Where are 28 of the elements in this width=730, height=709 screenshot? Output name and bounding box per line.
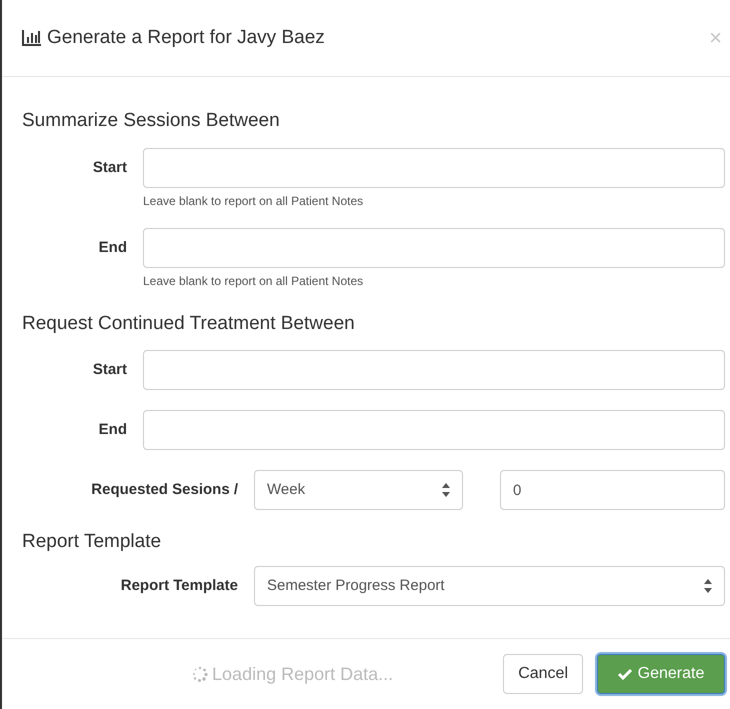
- cancel-button[interactable]: Cancel: [503, 654, 583, 694]
- count-input[interactable]: 0: [500, 470, 725, 510]
- field-label: End: [98, 420, 128, 440]
- dialog-title: Generate a Report for Javy Baez: [47, 26, 326, 50]
- section-heading: Request Continued Treatment Between: [22, 312, 356, 336]
- select-value: Week: [267, 480, 306, 500]
- spinner-icon: [192, 666, 208, 682]
- date-input[interactable]: [143, 410, 725, 450]
- select-arrows-icon: [442, 483, 450, 497]
- check-icon: [618, 668, 632, 680]
- select-value: Semester Progress Report: [267, 576, 446, 596]
- field-label: Start: [92, 158, 128, 178]
- select-arrows-icon: [704, 579, 712, 593]
- field-label: Start: [92, 360, 128, 380]
- help-text: Leave blank to report on all Patient Notes: [143, 273, 364, 288]
- date-input[interactable]: [143, 350, 725, 390]
- loading-text: Loading Report Data...: [212, 662, 394, 686]
- date-input[interactable]: [143, 148, 725, 188]
- period-select[interactable]: Week: [254, 470, 463, 510]
- template-select[interactable]: Semester Progress Report: [254, 566, 725, 606]
- field-label: End: [98, 238, 128, 258]
- section-heading: Summarize Sessions Between: [22, 109, 281, 133]
- field-label: Report Template: [120, 576, 239, 596]
- date-input[interactable]: [143, 228, 725, 268]
- help-text: Leave blank to report on all Patient Notes: [143, 193, 364, 208]
- field-label: Requested Sesions /: [90, 480, 239, 500]
- section-heading: Report Template: [22, 530, 162, 554]
- bar-chart-icon: [22, 30, 41, 46]
